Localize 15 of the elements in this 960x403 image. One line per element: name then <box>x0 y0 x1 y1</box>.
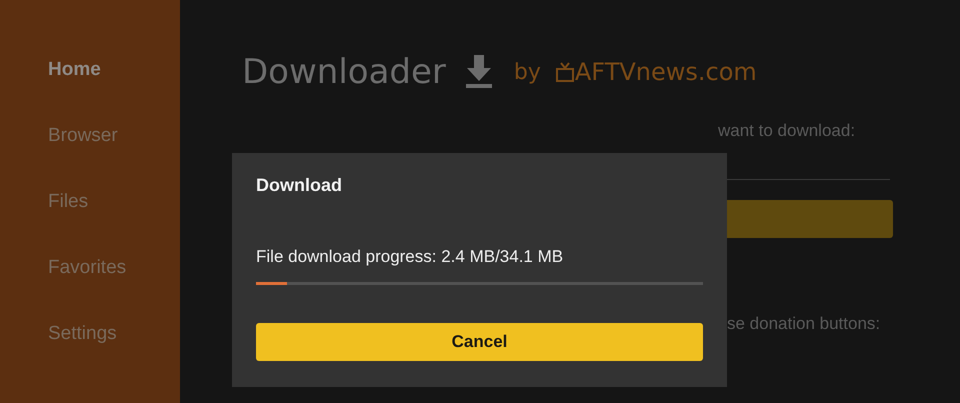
brand-name: AFTVnews.com <box>574 58 757 86</box>
sidebar-item[interactable]: Settings <box>48 321 180 347</box>
dialog-title: Download <box>256 175 343 196</box>
app-title: Downloader <box>242 52 446 92</box>
cancel-button[interactable]: Cancel <box>256 323 703 361</box>
tv-icon <box>554 61 575 83</box>
sidebar-item[interactable]: Home <box>48 57 180 83</box>
sidebar-item[interactable]: Browser <box>48 123 180 149</box>
sidebar-item[interactable]: Favorites <box>48 255 180 281</box>
download-icon <box>464 55 494 89</box>
progress-text: File download progress: 2.4 MB/34.1 MB <box>256 247 564 267</box>
donation-text: se donation buttons: <box>727 314 882 334</box>
byline: by <box>514 60 541 84</box>
prompt-text: want to download: <box>718 121 856 141</box>
sidebar-item[interactable]: Files <box>48 189 180 215</box>
